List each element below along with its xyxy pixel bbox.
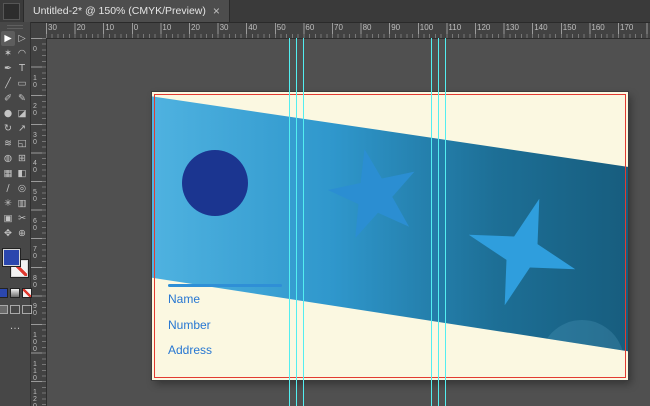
tools-panel: ▶▷✶◠✒T╱▭✐✎●◪↻↗≋◱◍⊞▦◧∕◎✳▥▣✂✥⊕ … [0,22,31,406]
column-graph-tool-icon[interactable]: ▥ [15,196,29,211]
document-tab-bar: Untitled-2* @ 150% (CMYK/Preview) × [0,0,650,23]
v-ruler-label: 5 0 [33,189,37,203]
v-ruler-label: 8 0 [33,275,37,289]
h-ruler-label: 90 [391,23,400,32]
color-button[interactable] [0,288,8,298]
document-tab-title: Untitled-2* @ 150% (CMYK/Preview) [33,5,206,17]
h-ruler-label: 30 [220,23,229,32]
artboard[interactable]: Name Number Address [152,92,628,380]
scale-tool-icon[interactable]: ↗ [15,121,29,136]
tools-grid: ▶▷✶◠✒T╱▭✐✎●◪↻↗≋◱◍⊞▦◧∕◎✳▥▣✂✥⊕ [1,31,29,241]
blend-tool-icon[interactable]: ◎ [15,181,29,196]
h-ruler-label: 20 [77,23,86,32]
guide-line[interactable] [296,38,297,406]
h-ruler-label: 110 [448,23,461,32]
h-ruler-label: 120 [477,23,490,32]
fill-stroke-swatches [2,249,28,281]
guide-line[interactable] [445,38,446,406]
h-ruler-label: 60 [305,23,314,32]
perspective-grid-tool-icon[interactable]: ⊞ [15,151,29,166]
pen-tool-icon[interactable]: ✒ [1,61,15,76]
v-ruler-label: 2 0 [33,103,37,117]
magic-wand-tool-icon[interactable]: ✶ [1,46,15,61]
v-ruler-label: 1 2 0 [33,389,37,406]
v-ruler-label: 6 0 [33,218,37,232]
h-ruler-minor-ticks [46,34,650,38]
line-segment-tool-icon[interactable]: ╱ [1,76,15,91]
artboard-red-border [154,94,626,378]
gradient-button[interactable] [10,288,20,298]
h-ruler-label: 70 [334,23,343,32]
none-button[interactable] [22,288,32,298]
h-ruler-label: 160 [591,23,604,32]
v-ruler-label: 3 0 [33,132,37,146]
mesh-tool-icon[interactable]: ▦ [1,166,15,181]
v-ruler[interactable]: 0 1 0 2 0 3 0 4 0 5 0 6 0 7 0 8 0 9 0 1 0 0 1 1 0 1 … [30,38,47,406]
h-ruler-label: 170 [620,23,633,32]
tab-close-icon[interactable]: × [213,5,220,17]
rotate-tool-icon[interactable]: ↻ [1,121,15,136]
h-ruler-label: 100 [420,23,433,32]
guide-line[interactable] [431,38,432,406]
v-ruler-label: 1 0 [33,75,37,89]
pencil-tool-icon[interactable]: ✎ [15,91,29,106]
app-icon[interactable] [3,3,20,20]
v-ruler-label: 1 1 0 [33,361,37,382]
fill-color-swatch[interactable] [3,249,20,266]
shape-builder-tool-icon[interactable]: ◍ [1,151,15,166]
screen-mode-ellipsis[interactable]: … [10,322,21,330]
v-ruler-label: 9 0 [33,303,37,317]
h-ruler-label: 30 [48,23,57,32]
v-ruler-label: 1 0 0 [33,332,37,353]
panel-grip[interactable] [7,25,23,29]
h-ruler-label: 10 [162,23,171,32]
slice-tool-icon[interactable]: ✂ [15,211,29,226]
zoom-tool-icon[interactable]: ⊕ [15,226,29,241]
artboard-tool-icon[interactable]: ▣ [1,211,15,226]
h-ruler-label: 50 [277,23,286,32]
eraser-tool-icon[interactable]: ◪ [15,106,29,121]
h-ruler-label: 0 [134,23,138,32]
illustrator-window: Untitled-2* @ 150% (CMYK/Preview) × ▶▷✶◠… [0,0,650,406]
guide-line[interactable] [303,38,304,406]
guide-line[interactable] [438,38,439,406]
document-tab[interactable]: Untitled-2* @ 150% (CMYK/Preview) × [23,0,230,22]
v-ruler-label: 7 0 [33,246,37,260]
direct-selection-tool-icon[interactable]: ▷ [15,31,29,46]
v-ruler-label: 0 [33,46,37,53]
v-ruler-label: 4 0 [33,160,37,174]
h-ruler-label: 80 [363,23,372,32]
eyedropper-tool-icon[interactable]: ∕ [1,181,15,196]
v-ruler-minor-ticks [42,38,46,406]
lasso-tool-icon[interactable]: ◠ [15,46,29,61]
gradient-tool-icon[interactable]: ◧ [15,166,29,181]
h-ruler-label: 140 [534,23,547,32]
canvas[interactable]: Name Number Address [46,38,650,406]
h-ruler-label: 40 [248,23,257,32]
symbol-sprayer-tool-icon[interactable]: ✳ [1,196,15,211]
h-ruler-label: 10 [105,23,114,32]
blob-brush-tool-icon[interactable]: ● [1,106,15,121]
draw-mode-row [0,305,32,314]
h-ruler[interactable]: 3020100102030405060708090100110120130140… [46,22,650,39]
h-ruler-label: 20 [191,23,200,32]
guide-line[interactable] [289,38,290,406]
width-tool-icon[interactable]: ≋ [1,136,15,151]
draw-normal-button[interactable] [0,305,8,314]
free-transform-tool-icon[interactable]: ◱ [15,136,29,151]
draw-behind-button[interactable] [10,305,20,314]
paintbrush-tool-icon[interactable]: ✐ [1,91,15,106]
h-ruler-label: 150 [563,23,576,32]
type-tool-icon[interactable]: T [15,61,29,76]
ruler-origin-corner[interactable] [30,22,47,39]
hand-tool-icon[interactable]: ✥ [1,226,15,241]
h-ruler-label: 130 [506,23,519,32]
paint-style-row [0,288,32,298]
rectangle-tool-icon[interactable]: ▭ [15,76,29,91]
selection-tool-icon[interactable]: ▶ [1,31,15,46]
draw-inside-button[interactable] [22,305,32,314]
